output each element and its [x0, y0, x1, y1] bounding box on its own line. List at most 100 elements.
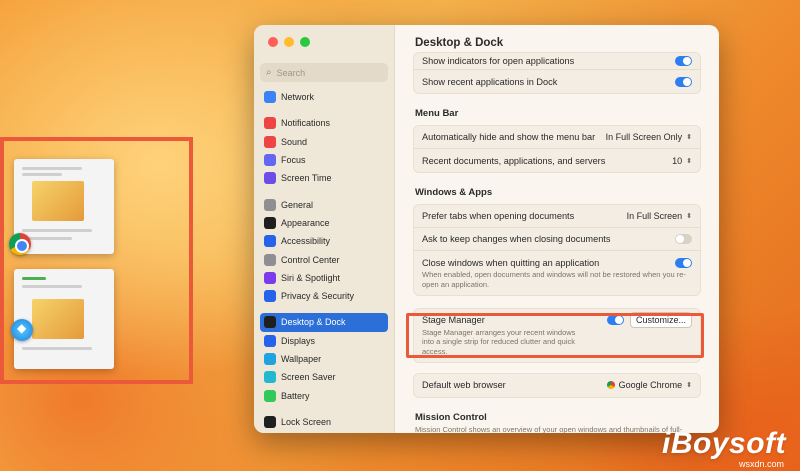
auto-hide-popup[interactable]: In Full Screen Only ⬍ [606, 132, 692, 142]
sidebar-item-notifications[interactable]: Notifications [260, 114, 388, 132]
wallpaper-icon [264, 353, 276, 365]
appearance-icon [264, 216, 276, 229]
ask-changes-label: Ask to keep changes when closing documen… [422, 234, 611, 244]
sidebar-item-label: Lock Screen [281, 416, 332, 427]
show-recent-row: Show recent applications in Dock [414, 70, 700, 93]
windows-apps-heading: Windows & Apps [415, 187, 493, 198]
close-button[interactable] [268, 37, 278, 47]
close-windows-label: Close windows when quitting an applicati… [422, 257, 600, 268]
network-icon [264, 91, 276, 104]
page-title: Desktop & Dock [415, 37, 504, 49]
search-input[interactable]: ⌕ Search [260, 63, 388, 82]
sidebar-item-battery[interactable]: Battery [260, 386, 388, 404]
control-center-icon [264, 253, 276, 266]
show-indicators-label: Show indicators for open applications [422, 56, 575, 66]
sidebar-item-general[interactable]: General [260, 195, 388, 213]
sidebar-item-label: Siri & Spotlight [281, 272, 341, 283]
sidebar-item-label: Desktop & Dock [281, 317, 346, 328]
stage-manager-highlight [406, 313, 704, 358]
traffic-lights [268, 37, 388, 47]
mission-control-description: Mission Control shows an overview of you… [415, 424, 683, 433]
close-windows-row: Close windows when quitting an applicati… [414, 251, 700, 295]
sidebar-item-desktop-dock[interactable]: Desktop & Dock [260, 313, 388, 332]
hand-icon [264, 290, 276, 303]
mission-control-heading: Mission Control [415, 411, 487, 423]
site-watermark: wsxdn.com [738, 459, 784, 469]
close-windows-description: When enabled, open documents and windows… [422, 270, 686, 289]
stage-window-thumbnail[interactable] [14, 269, 114, 369]
sidebar-item-privacy-security[interactable]: Privacy & Security [260, 287, 388, 305]
menu-bar-heading: Menu Bar [415, 108, 459, 119]
search-icon: ⌕ [266, 67, 272, 78]
sidebar-item-label: Control Center [281, 254, 340, 265]
sidebar-item-label: Screen Saver [281, 372, 336, 383]
sidebar-item-label: Appearance [281, 217, 330, 228]
prefer-tabs-popup[interactable]: In Full Screen ⬍ [627, 211, 692, 221]
accessibility-icon [264, 235, 276, 248]
sidebar-item-label: Screen Time [281, 173, 332, 184]
ask-changes-row: Ask to keep changes when closing documen… [414, 228, 700, 251]
displays-icon [264, 334, 276, 347]
chrome-small-icon [606, 381, 615, 390]
sidebar-item-lock-screen[interactable]: Lock Screen [260, 413, 388, 431]
ask-changes-toggle[interactable] [675, 234, 692, 244]
menu-bar-group: Automatically hide and show the menu bar… [413, 125, 701, 173]
siri-icon [264, 271, 276, 284]
sidebar-item-sound[interactable]: Sound [260, 133, 388, 151]
dock-settings-group: Show indicators for open applications Sh… [413, 52, 701, 94]
stepper-icon: ⬍ [686, 213, 692, 220]
sidebar-item-screen-time[interactable]: Screen Time [260, 169, 388, 187]
sidebar-item-siri-spotlight[interactable]: Siri & Spotlight [260, 269, 388, 287]
safari-icon [11, 319, 33, 341]
recent-items-value: 10 [672, 155, 683, 166]
sidebar-item-accessibility[interactable]: Accessibility [260, 232, 388, 250]
auto-hide-label: Automatically hide and show the menu bar [422, 132, 596, 142]
default-browser-popup[interactable]: Google Chrome ⬍ [606, 380, 692, 391]
auto-hide-value: In Full Screen Only [605, 132, 683, 142]
sidebar-item-network[interactable]: Network [260, 88, 388, 106]
focus-icon [264, 154, 276, 167]
sidebar-item-wallpaper[interactable]: Wallpaper [260, 350, 388, 368]
default-browser-row: Default web browser Google Chrome ⬍ [414, 374, 700, 397]
zoom-button[interactable] [300, 37, 310, 47]
sidebar: ⌕ Search Network Notifications Sound Focus S… [254, 25, 395, 433]
browser-group: Default web browser Google Chrome ⬍ [413, 372, 701, 398]
show-indicators-toggle[interactable] [675, 56, 692, 66]
sound-icon [264, 135, 276, 148]
sidebar-item-label: Network [281, 92, 315, 103]
sidebar-item-displays[interactable]: Displays [260, 332, 388, 350]
screen-time-icon [264, 172, 276, 185]
windows-apps-group: Prefer tabs when opening documents In Fu… [413, 204, 701, 296]
sidebar-item-control-center[interactable]: Control Center [260, 250, 388, 268]
screen-saver-icon [264, 371, 276, 384]
chrome-icon [9, 233, 31, 255]
recent-items-popup[interactable]: 10 ⬍ [672, 156, 692, 166]
main-pane: Desktop & Dock Show indicators for open … [395, 25, 719, 433]
brand-watermark: iBoysoft [662, 427, 786, 460]
sidebar-item-label: Sound [281, 136, 308, 147]
stepper-icon: ⬍ [686, 382, 692, 390]
show-indicators-row: Show indicators for open applications [414, 53, 700, 70]
show-recent-toggle[interactable] [675, 76, 692, 87]
sidebar-item-touch-id-password[interactable]: Touch ID & Password [260, 431, 388, 433]
prefer-tabs-label: Prefer tabs when opening documents [422, 211, 575, 221]
settings-window: ⌕ Search Network Notifications Sound Focus S… [254, 25, 719, 433]
sidebar-list: Network Notifications Sound Focus Screen Tim… [260, 88, 388, 433]
sidebar-item-label: Notifications [281, 118, 331, 129]
sidebar-item-label: Battery [281, 390, 310, 401]
notifications-icon [264, 117, 276, 130]
sidebar-item-label: General [281, 199, 314, 210]
sidebar-item-focus[interactable]: Focus [260, 151, 388, 169]
minimize-button[interactable] [284, 37, 294, 47]
sidebar-item-label: Accessibility [281, 236, 331, 247]
sidebar-item-screen-saver[interactable]: Screen Saver [260, 368, 388, 386]
stepper-icon: ⬍ [686, 134, 692, 141]
default-browser-value: Google Chrome [618, 380, 683, 391]
battery-icon [264, 389, 276, 402]
default-browser-label: Default web browser [422, 380, 506, 391]
sidebar-item-label: Focus [281, 155, 306, 166]
sidebar-item-appearance[interactable]: Appearance [260, 214, 388, 232]
stepper-icon: ⬍ [686, 157, 692, 165]
close-windows-toggle[interactable] [675, 257, 692, 268]
recent-items-row: Recent documents, applications, and serv… [414, 149, 700, 172]
